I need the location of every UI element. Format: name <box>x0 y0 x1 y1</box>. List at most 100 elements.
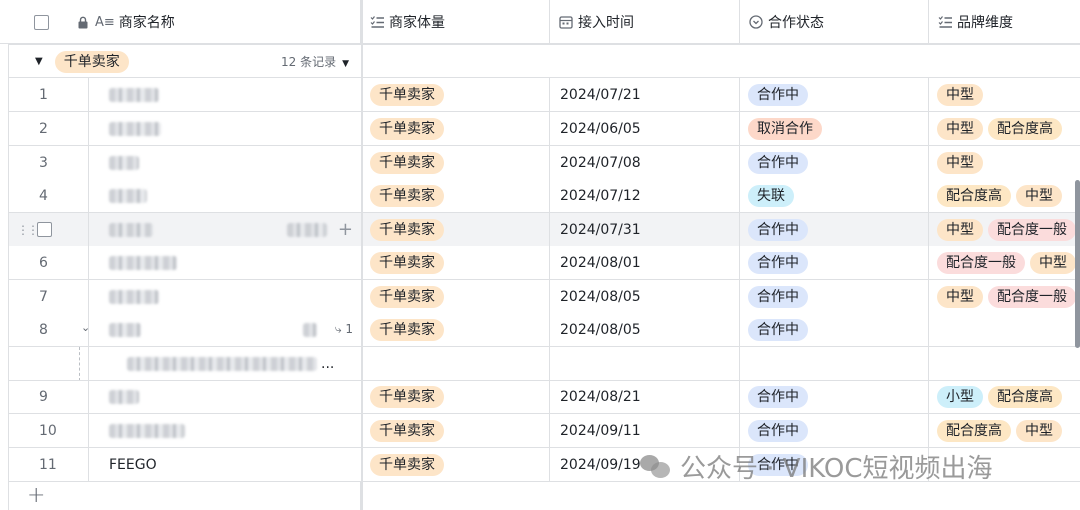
join-time-cell[interactable]: 2024/07/12 <box>550 179 740 212</box>
add-sub-record-icon[interactable]: + <box>338 219 353 240</box>
group-tag: 千单卖家 <box>54 50 129 73</box>
redacted-merchant-name <box>109 222 153 237</box>
vertical-scrollbar[interactable] <box>1075 180 1080 348</box>
join-time-cell[interactable]: 2024/07/31 <box>550 213 740 246</box>
brand-cell[interactable] <box>929 313 1080 346</box>
brand-cell[interactable]: 中型 <box>929 78 1080 111</box>
join-time-cell[interactable]: 2024/09/11 <box>550 414 740 447</box>
merchant-name-cell[interactable]: + <box>89 213 362 246</box>
join-time: 2024/08/21 <box>560 388 641 405</box>
volume-tag: 千单卖家 <box>370 453 444 476</box>
join-time: 2024/07/21 <box>560 86 641 103</box>
table-row[interactable]: 1 千单卖家 2024/07/21 合作中 中型 <box>8 78 1080 112</box>
sub-brand-cell[interactable] <box>929 347 1080 380</box>
status-cell[interactable]: 合作中 <box>740 313 929 346</box>
brand-cell[interactable]: 中型 <box>929 146 1080 179</box>
header-status-column[interactable]: 合作状态 <box>740 0 929 44</box>
volume-cell[interactable]: 千单卖家 <box>362 213 550 246</box>
merchant-name-cell[interactable] <box>89 78 362 111</box>
volume-cell[interactable]: 千单卖家 <box>362 313 550 346</box>
status-cell[interactable]: 合作中 <box>740 78 929 111</box>
status-tag: 合作中 <box>748 285 808 308</box>
sub-volume-cell[interactable] <box>362 347 550 380</box>
sub-status-cell[interactable] <box>740 347 929 380</box>
row-number-cell: 10 <box>9 414 89 447</box>
ellipsis: ... <box>321 355 335 372</box>
status-cell[interactable]: 合作中 <box>740 246 929 279</box>
volume-cell[interactable]: 千单卖家 <box>362 380 550 413</box>
status-cell[interactable]: 合作中 <box>740 414 929 447</box>
brand-cell[interactable]: 小型 配合度高 <box>929 380 1080 413</box>
merchant-name-cell[interactable] <box>89 146 362 179</box>
join-time-cell[interactable]: 2024/07/21 <box>550 78 740 111</box>
status-cell[interactable]: 取消合作 <box>740 112 929 145</box>
drag-handle-icon[interactable]: ⋮⋮ <box>17 223 39 237</box>
sub-record-row[interactable]: ... <box>8 347 1080 381</box>
table-row[interactable]: 2 千单卖家 2024/06/05 取消合作 中型 配合度高 <box>8 112 1080 146</box>
table-row[interactable]: 9 千单卖家 2024/08/21 合作中 小型 配合度高 <box>8 380 1080 414</box>
table-row[interactable]: 4 千单卖家 2024/07/12 失联 配合度高 中型 <box>8 179 1080 213</box>
row-checkbox[interactable] <box>37 222 52 237</box>
merchant-name-cell[interactable] <box>89 246 362 279</box>
header-brand-column[interactable]: 品牌维度 <box>929 0 1080 44</box>
join-time-cell[interactable]: 2024/06/05 <box>550 112 740 145</box>
brand-cell[interactable]: 中型 配合度一般 <box>929 280 1080 313</box>
sub-record-count[interactable]: ⤷ 1 <box>335 322 353 337</box>
redacted-merchant-name <box>109 188 147 203</box>
table-row[interactable]: ⋮⋮ + 千单卖家 2024/07/31 合作中 中型 配合度一般 <box>8 213 1080 247</box>
merchant-name-cell[interactable]: FEEGO <box>89 448 362 481</box>
merchant-name-cell[interactable]: ⤷ 1 <box>89 313 362 346</box>
merchant-name-cell[interactable] <box>89 414 362 447</box>
status-cell[interactable]: 合作中 <box>740 146 929 179</box>
group-header[interactable]: ▼ 千单卖家 12 条记录 ▼ <box>8 44 1080 78</box>
record-count[interactable]: 12 条记录 ▼ <box>281 53 349 70</box>
select-all-checkbox[interactable] <box>34 14 49 30</box>
expand-icon[interactable]: ⌄ <box>81 321 88 334</box>
brand-tag: 配合度一般 <box>988 285 1076 308</box>
table-row[interactable]: 10 千单卖家 2024/09/11 合作中 配合度高 中型 <box>8 414 1080 448</box>
brand-cell[interactable]: 中型 配合度高 <box>929 112 1080 145</box>
merchant-name-cell[interactable] <box>89 280 362 313</box>
sub-time-cell[interactable] <box>550 347 740 380</box>
sub-record-name-cell[interactable]: ... <box>89 347 362 380</box>
volume-cell[interactable]: 千单卖家 <box>362 414 550 447</box>
volume-tag: 千单卖家 <box>370 184 444 207</box>
brand-cell[interactable]: 中型 配合度一般 <box>929 213 1080 246</box>
status-cell[interactable]: 失联 <box>740 179 929 212</box>
caret-down-icon[interactable]: ▼ <box>35 56 43 67</box>
table-row[interactable]: 7 千单卖家 2024/08/05 合作中 中型 配合度一般 <box>8 280 1080 314</box>
merchant-name-cell[interactable] <box>89 380 362 413</box>
redacted-sub-record-name <box>127 356 317 371</box>
add-record-icon[interactable]: + <box>27 483 45 508</box>
join-time-cell[interactable]: 2024/07/08 <box>550 146 740 179</box>
brand-cell[interactable]: 配合度高 中型 <box>929 179 1080 212</box>
brand-cell[interactable]: 配合度一般 中型 <box>929 246 1080 279</box>
merchant-name-cell[interactable] <box>89 179 362 212</box>
header-time-column[interactable]: 接入时间 <box>550 0 740 44</box>
status-cell[interactable]: 合作中 <box>740 380 929 413</box>
volume-cell[interactable]: 千单卖家 <box>362 78 550 111</box>
table-row[interactable]: 8⌄⤷ 1千单卖家2024/08/05合作中 <box>8 313 1080 347</box>
status-cell[interactable]: 合作中 <box>740 280 929 313</box>
brand-cell[interactable]: 配合度高 中型 <box>929 414 1080 447</box>
row-number-cell: 4 <box>9 179 89 212</box>
status-cell[interactable]: 合作中 <box>740 213 929 246</box>
volume-cell[interactable]: 千单卖家 <box>362 280 550 313</box>
merchant-name-cell[interactable] <box>89 112 362 145</box>
table-row[interactable]: 6 千单卖家 2024/08/01 合作中 配合度一般 中型 <box>8 246 1080 280</box>
volume-cell[interactable]: 千单卖家 <box>362 448 550 481</box>
header-name-column[interactable]: A≡ 商家名称 <box>0 0 361 44</box>
volume-cell[interactable]: 千单卖家 <box>362 246 550 279</box>
add-record-row[interactable]: + <box>8 481 361 510</box>
join-time-cell[interactable]: 2024/08/05 <box>550 280 740 313</box>
join-time-cell[interactable]: 2024/08/01 <box>550 246 740 279</box>
volume-cell[interactable]: 千单卖家 <box>362 179 550 212</box>
volume-cell[interactable]: 千单卖家 <box>362 146 550 179</box>
volume-cell[interactable]: 千单卖家 <box>362 112 550 145</box>
join-time-cell[interactable]: 2024/08/21 <box>550 380 740 413</box>
table-row[interactable]: 3 千单卖家 2024/07/08 合作中 中型 <box>8 146 1080 180</box>
row-number-cell: 2 <box>9 112 89 145</box>
header-volume-column[interactable]: 商家体量 <box>361 0 550 44</box>
join-time-cell[interactable]: 2024/08/05 <box>550 313 740 346</box>
status-tag: 合作中 <box>748 251 808 274</box>
